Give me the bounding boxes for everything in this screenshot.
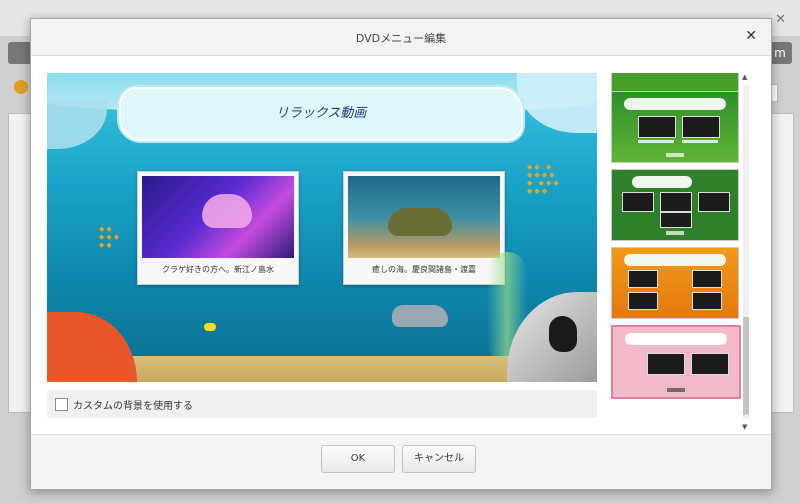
menu-title-text: リラックス動画 [275,106,367,121]
background-add-icon [14,80,28,94]
dialog-title: DVDメニュー編集 [355,32,447,45]
custom-background-checkbox[interactable] [55,398,68,411]
template-mini-thumb [682,116,720,138]
video-caption-1[interactable]: クラゲ好きの方へ。新江ノ島水 [138,264,298,275]
jellyfish-shape [202,194,252,228]
scroll-up-icon[interactable]: ▲ [742,73,747,81]
template-mini-thumb [628,270,658,288]
template-mini-thumb [691,353,729,375]
coral-decoration [47,312,137,382]
background-toolbar-button [8,42,32,64]
cancel-button[interactable]: キャンセル [402,445,476,473]
dialog-close-icon[interactable]: ✕ [745,28,757,44]
template-item-pink-selected[interactable] [611,325,741,399]
menu-title-banner[interactable]: リラックス動画 [119,87,523,141]
template-banner [632,176,692,188]
jellyfish-image [142,176,294,258]
template-nav-arrows [666,153,684,157]
template-item-green[interactable] [611,169,739,241]
template-item-orange[interactable] [611,247,739,319]
template-mini-thumb [638,116,676,138]
template-banner [624,254,726,266]
rock-hole [549,316,577,352]
custom-background-row: カスタムの背景を使用する [47,390,597,418]
yellow-fish-illustration [204,323,216,331]
scrollbar-thumb[interactable] [743,317,749,415]
template-list [609,73,741,431]
template-mini-thumb [628,292,658,310]
template-item-christmas[interactable] [611,91,739,163]
template-mini-thumb [692,270,722,288]
dialog-body: リラックス動画 ◆◆ ◆◆◆ ◆◆ ◆◆ ◆ ◆◆◆◆ ◆ ◆◆◆ ◆◆◆ クラゲ好きの方… [31,56,771,435]
menu-preview: リラックス動画 ◆◆ ◆◆◆ ◆◆ ◆◆ ◆ ◆◆◆◆ ◆ ◆◆◆ ◆◆◆ クラゲ好きの方… [47,73,597,382]
template-nav-arrows [667,388,685,392]
shark-illustration [392,305,448,327]
fish-school-left: ◆◆ ◆◆◆ ◆◆ [99,225,122,249]
video-thumbnail-1[interactable]: クラゲ好きの方へ。新江ノ島水 [137,171,299,285]
template-mini-thumb [660,212,692,228]
template-banner [624,98,726,110]
template-nav-arrows [666,231,684,235]
ice-left-decoration [47,99,107,149]
custom-background-label[interactable]: カスタムの背景を使用する [73,397,193,412]
dvd-menu-edit-dialog: DVDメニュー編集 ✕ リラックス動画 ◆◆ ◆◆◆ ◆◆ ◆◆ ◆ ◆◆◆◆ ◆ ◆◆… [30,18,772,490]
video-thumbnail-2[interactable]: 癒しの海。慶良間諸島・渡嘉 [343,171,505,285]
video-caption-2[interactable]: 癒しの海。慶良間諸島・渡嘉 [344,264,504,275]
turtle-shape [388,208,452,236]
template-list-scrollbar[interactable]: ▲ ▼ [741,73,751,431]
fish-school-right: ◆◆ ◆ ◆◆◆◆ ◆ ◆◆◆ ◆◆◆ [527,163,561,195]
template-mini-caption [682,140,718,143]
template-banner [625,333,727,345]
background-close-icon: ✕ [775,12,786,27]
ice-right-decoration [517,73,597,133]
scroll-down-icon[interactable]: ▼ [742,423,747,431]
ok-button[interactable]: OK [321,445,395,473]
template-mini-thumb [698,192,730,212]
template-mini-thumb [647,353,685,375]
sea-turtle-image [348,176,500,258]
template-mini-thumb [622,192,654,212]
template-mini-thumb [660,192,692,212]
dialog-title-bar: DVDメニュー編集 ✕ [31,19,771,56]
template-mini-caption [638,140,674,143]
template-mini-thumb [692,292,722,310]
